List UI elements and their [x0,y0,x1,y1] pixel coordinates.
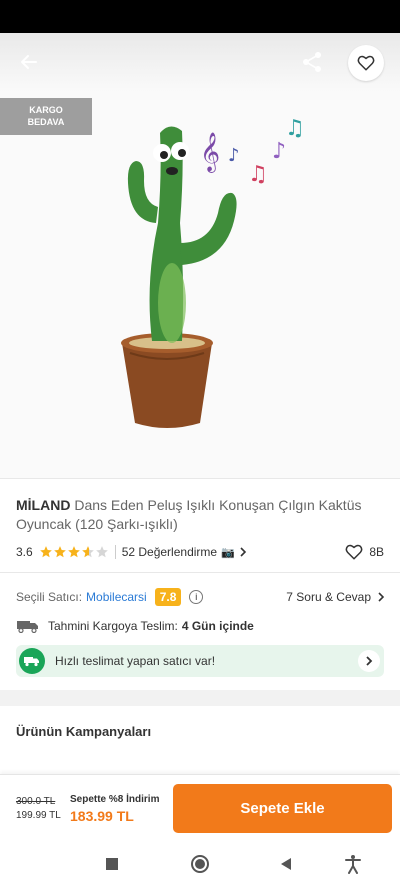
favorite-count-value: 8B [369,545,384,559]
seller-name-link[interactable]: Mobilecarsi [86,590,147,604]
back-nav-button[interactable] [275,853,297,875]
qa-link[interactable]: 7 Soru & Cevap [286,590,386,604]
section-separator [0,690,400,706]
svg-text:♪: ♪ [228,145,240,166]
cart-discount-label: Sepette %8 İndirim [70,794,160,805]
arrow-left-icon [21,55,37,69]
reviews-count: 52 Değerlendirme [121,545,218,559]
camera-icon: 📷 [221,546,235,559]
shipping-value: 4 Gün içinde [181,619,254,633]
campaigns-title: Ürünün Kampanyaları [16,724,152,739]
accessibility-icon [345,855,361,874]
triangle-back-icon [281,858,291,870]
divider [114,545,116,559]
fast-delivery-text: Hızlı teslimat yapan satıcı var! [55,654,216,668]
final-price: 183.99 TL [70,808,134,824]
favorite-button[interactable] [348,45,384,81]
heart-icon [357,55,375,71]
add-to-cart-button[interactable]: Sepete Ekle [173,784,392,833]
free-shipping-badge: KARGO BEDAVA [0,98,92,135]
square-icon [106,858,118,870]
seller-label: Seçili Satıcı: [16,590,83,604]
rating-value: 3.6 [16,545,33,559]
star-icon [67,546,80,558]
divider [0,478,400,479]
hero-gradient [0,33,400,93]
fast-delivery-banner[interactable]: Hızlı teslimat yapan satıcı var! [16,645,384,677]
star-icon [81,546,94,558]
circle-icon [191,855,209,873]
star-icon [53,546,66,558]
product-image-area[interactable]: 𝄞 ♪ ♫ ♪ ♫ KARGO BEDAVA [0,33,400,478]
badge-line-1: KARGO [29,105,63,115]
back-button[interactable] [14,47,44,77]
qa-label: 7 Soru & Cevap [286,590,371,604]
seller-row: Seçili Satıcı: Mobilecarsi 7.8 i 7 Soru … [16,587,386,607]
product-brand[interactable]: MİLAND [16,497,70,513]
product-image[interactable]: 𝄞 ♪ ♫ ♪ ♫ [100,103,330,443]
info-icon[interactable]: i [189,590,204,604]
recent-apps-button[interactable] [101,853,123,875]
bottom-price-bar: 300.0 TL 199.99 TL Sepette %8 İndirim 18… [0,774,400,839]
star-icon [39,546,52,558]
rating-stars[interactable] [39,545,109,559]
chevron-right-icon [378,592,385,602]
old-price: 300.0 TL [16,796,56,807]
svg-text:𝄞: 𝄞 [200,132,220,173]
share-icon [303,52,321,72]
rating-row: 3.6 52 Değerlendirme 📷 8B [16,542,384,562]
chevron-right-icon[interactable] [358,650,380,672]
status-bar [0,0,400,33]
fast-delivery-icon [19,648,45,674]
svg-text:♫: ♫ [248,162,268,187]
list-price: 199.99 TL [16,810,61,821]
system-nav-bar [0,839,400,888]
accessibility-button[interactable] [342,853,364,875]
svg-text:♪: ♪ [272,139,286,164]
badge-line-2: BEDAVA [27,117,65,127]
chevron-right-icon [240,547,246,557]
home-button[interactable] [189,853,211,875]
product-title: MİLAND Dans Eden Peluş Işıklı Konuşan Çı… [16,496,386,534]
star-icon [95,546,108,558]
seller-score-badge: 7.8 [154,588,182,606]
svg-text:♫: ♫ [285,116,305,141]
truck-icon [17,621,38,633]
heart-icon [345,544,363,560]
reviews-link[interactable]: 52 Değerlendirme 📷 [122,545,248,559]
divider [0,572,400,573]
shipping-row: Tahmini Kargoya Teslim: 4 Gün içinde [16,617,386,635]
favorite-count[interactable]: 8B [345,543,384,561]
shipping-label: Tahmini Kargoya Teslim: [48,619,178,633]
share-button[interactable] [297,47,327,77]
